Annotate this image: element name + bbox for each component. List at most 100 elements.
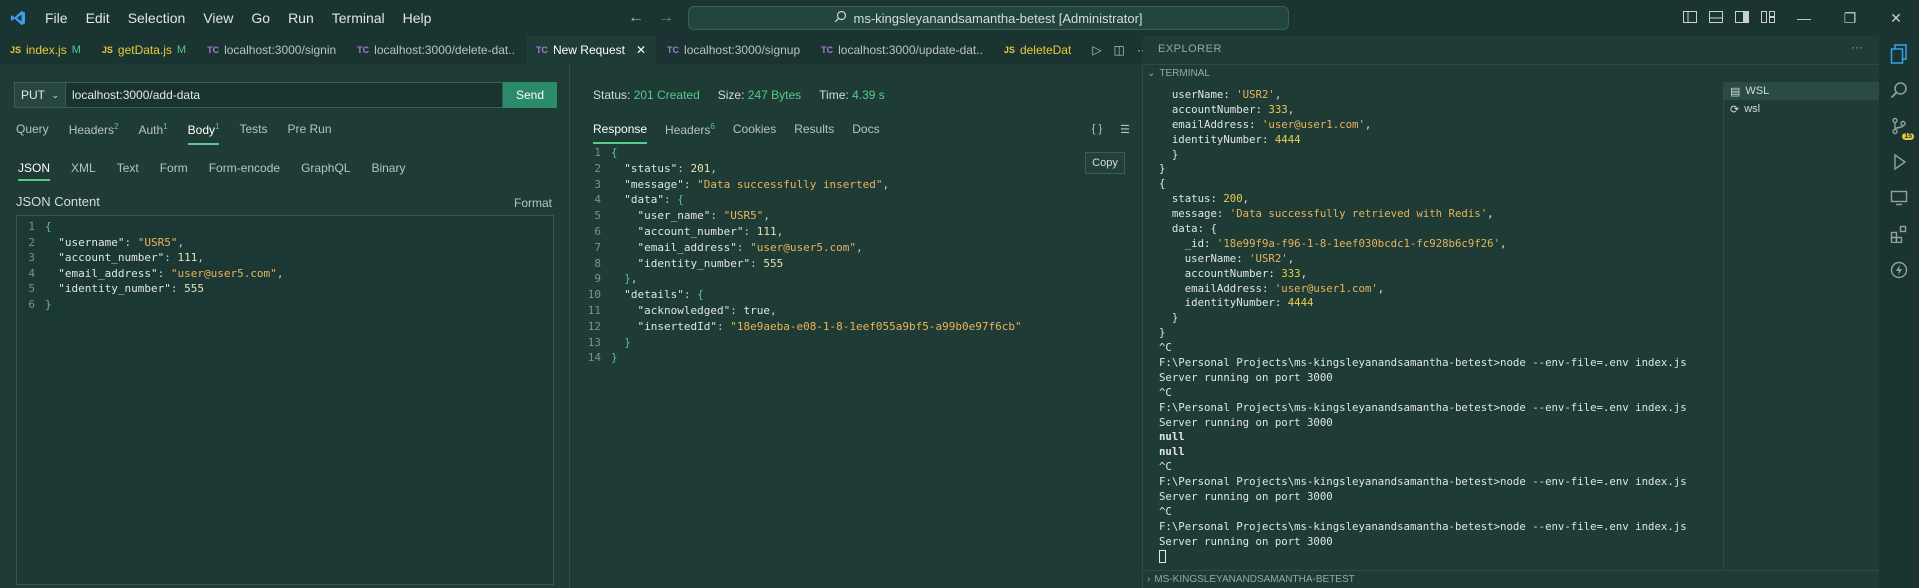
tab-results[interactable]: Results	[794, 122, 834, 144]
window-controls: — ❐ ✕	[1677, 0, 1919, 36]
tab-label: deleteDat	[1019, 43, 1072, 57]
back-arrow-icon[interactable]: ←	[628, 9, 644, 27]
tab-signin[interactable]: TC localhost:3000/signin	[197, 36, 348, 64]
tab-auth[interactable]: Auth1	[139, 122, 168, 145]
body-type-xml[interactable]: XML	[71, 161, 96, 181]
customize-layout-icon[interactable]	[1755, 10, 1781, 26]
response-body: 1{ 2 "status": 201, 3 "message": "Data s…	[587, 146, 1022, 365]
close-tab-icon[interactable]: ✕	[636, 43, 646, 57]
thunder-client-icon: TC	[821, 45, 834, 55]
url-input[interactable]: localhost:3000/add-data	[66, 82, 503, 108]
format-button[interactable]: Format	[514, 196, 552, 210]
menu-terminal[interactable]: Terminal	[323, 0, 394, 36]
tab-auth-label: Auth	[138, 123, 164, 137]
tab-getdata-js[interactable]: JS getData.js M	[92, 36, 198, 64]
tab-label: localhost:3000/update-dat..	[838, 43, 983, 57]
body-type-form[interactable]: Form	[160, 161, 188, 181]
body-type-graphql[interactable]: GraphQL	[301, 161, 350, 181]
menu-edit[interactable]: Edit	[77, 0, 119, 36]
toggle-panel-icon[interactable]	[1703, 10, 1729, 26]
source-control-icon[interactable]: 15	[1887, 114, 1914, 140]
terminal-cursor	[1159, 550, 1166, 564]
terminal-item-label: wsl	[1744, 103, 1761, 115]
restore-icon[interactable]: ❐	[1827, 10, 1873, 27]
response-tabs: Response Headers6 Cookies Results Docs	[593, 122, 898, 144]
response-actions: { } ☰	[1092, 123, 1130, 136]
tab-response[interactable]: Response	[593, 122, 648, 144]
activity-bar: 15	[1879, 36, 1919, 588]
status-value: 201 Created	[633, 88, 700, 102]
run-icon[interactable]: ▷	[1092, 43, 1101, 57]
menu-selection[interactable]: Selection	[119, 0, 195, 36]
tab-delete-data[interactable]: TC localhost:3000/delete-dat..	[347, 36, 526, 64]
body-type-text[interactable]: Text	[117, 161, 139, 181]
forward-arrow-icon[interactable]: →	[658, 9, 674, 27]
tab-index-js[interactable]: JS index.js M	[0, 36, 92, 64]
nav-arrows: ← →	[628, 0, 674, 36]
workspace-section-header[interactable]: › MS-KINGSLEYANANDSAMANTHA-BETEST	[1143, 570, 1879, 588]
minimize-icon[interactable]: —	[1781, 10, 1827, 26]
menu-go[interactable]: Go	[242, 0, 279, 36]
headers-count: 2	[114, 122, 119, 131]
search-icon[interactable]	[1887, 78, 1911, 102]
send-button[interactable]: Send	[503, 82, 557, 108]
tab-query[interactable]: Query	[16, 122, 49, 145]
time-value: 4.39 s	[852, 88, 885, 102]
tab-docs[interactable]: Docs	[852, 122, 879, 144]
tab-body[interactable]: Body1	[187, 122, 220, 145]
terminal-header-label: TERMINAL	[1159, 68, 1210, 79]
split-editor-icon[interactable]: ◫	[1114, 43, 1125, 57]
tab-cookies[interactable]: Cookies	[733, 122, 776, 144]
terminal-section-header[interactable]: ⌄ TERMINAL	[1143, 64, 1879, 82]
response-headers-count: 6	[710, 122, 715, 131]
copy-button[interactable]: Copy	[1085, 152, 1125, 174]
menu-help[interactable]: Help	[394, 0, 441, 36]
tab-response-headers[interactable]: Headers6	[665, 122, 715, 144]
toggle-secondary-sidebar-icon[interactable]	[1729, 10, 1755, 26]
tab-body-label: Body	[187, 123, 215, 137]
extensions-icon[interactable]	[1887, 222, 1911, 246]
method-value: PUT	[21, 88, 45, 102]
braces-icon[interactable]: { }	[1092, 123, 1102, 136]
response-status-bar: Status: 201 Created Size: 247 Bytes Time…	[593, 88, 885, 102]
tab-pre-run[interactable]: Pre Run	[287, 122, 331, 145]
body-type-json[interactable]: JSON	[18, 161, 51, 181]
remote-explorer-icon[interactable]	[1887, 186, 1911, 210]
thunder-client-icon[interactable]	[1887, 258, 1911, 282]
command-center-search[interactable]: ms-kingsleyanandsamantha-betest [Adminis…	[688, 6, 1289, 30]
toggle-sidebar-icon[interactable]	[1677, 10, 1703, 26]
menu-view[interactable]: View	[194, 0, 242, 36]
tab-headers-label: Headers	[68, 123, 115, 137]
more-icon[interactable]: ···	[1851, 40, 1863, 54]
tab-label: getData.js	[117, 43, 172, 57]
menu-lines-icon[interactable]: ☰	[1120, 123, 1130, 136]
terminal-item-wsl[interactable]: ▤ WSL	[1724, 82, 1879, 100]
status-label: Status:	[593, 88, 631, 102]
close-window-icon[interactable]: ✕	[1873, 10, 1919, 27]
terminal-item-wsl-2[interactable]: ⟳ wsl	[1724, 100, 1879, 118]
tab-headers[interactable]: Headers2	[69, 122, 119, 145]
tab-deletedata-js[interactable]: JS deleteDat	[994, 36, 1083, 64]
tab-tests[interactable]: Tests	[239, 122, 267, 145]
javascript-file-icon: JS	[10, 45, 22, 55]
menu-run[interactable]: Run	[279, 0, 323, 36]
explorer-header: EXPLORER	[1158, 43, 1222, 55]
tab-signup[interactable]: TC localhost:3000/signup	[657, 36, 812, 64]
json-body-editor[interactable]: 1{ 2 "username": "USR5", 3 "account_numb…	[16, 215, 554, 585]
tab-update-data[interactable]: TC localhost:3000/update-dat..	[811, 36, 994, 64]
body-type-binary[interactable]: Binary	[371, 161, 405, 181]
tab-response-headers-label: Headers	[665, 123, 711, 137]
explorer-files-icon[interactable]	[1887, 42, 1911, 66]
response-panel: Status: 201 Created Size: 247 Bytes Time…	[571, 64, 1143, 588]
editor-actions: ▷ ◫ ···	[1082, 43, 1143, 57]
body-type-form-encode[interactable]: Form-encode	[209, 161, 280, 181]
status-item: Status: 201 Created	[593, 88, 700, 102]
method-select[interactable]: PUT ⌄	[14, 82, 66, 108]
menu-file[interactable]: File	[36, 0, 77, 36]
tab-new-request[interactable]: TC New Request ✕	[525, 36, 658, 64]
run-debug-icon[interactable]	[1887, 150, 1911, 174]
menu-bar: File Edit Selection View Go Run Terminal…	[36, 0, 440, 36]
time-item: Time: 4.39 s	[819, 88, 885, 102]
body-type-tabs: JSON XML Text Form Form-encode GraphQL B…	[18, 161, 426, 181]
thunder-client-icon: TC	[535, 45, 548, 55]
